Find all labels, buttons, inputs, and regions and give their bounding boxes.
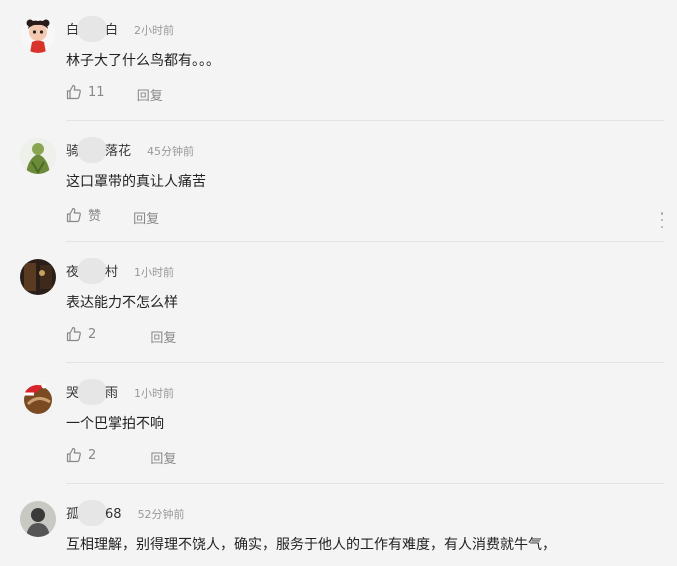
comment-item: 孤 68 52分钟前 互相理解，别得理不饶人，确实，服务于他人的工作有难度，有人消费… [0, 484, 677, 566]
thumbs-up-icon [66, 207, 81, 222]
reply-button[interactable]: 回复 [137, 85, 163, 104]
reply-button[interactable]: 回复 [150, 448, 176, 467]
avatar-image [20, 138, 56, 174]
comment-item: 夜村 1小时前 表达能力不怎么样 2 回复 [0, 242, 677, 363]
like-button[interactable]: 11 [66, 84, 105, 100]
comment-actions: 2 回复 [66, 326, 176, 346]
comment-actions: 11 回复 [66, 84, 163, 104]
comment-text: 这口罩带的真让人痛苦 [66, 174, 206, 190]
comment-text: 表达能力不怎么样 [66, 295, 178, 311]
avatar[interactable] [20, 259, 56, 295]
avatar-image [20, 17, 56, 53]
comment-item: 白白 2小时前 林子大了什么鸟都有。。。 11 回复 [0, 0, 677, 121]
avatar[interactable] [20, 17, 56, 53]
timestamp: 1小时前 [134, 387, 175, 400]
name-mask [77, 137, 108, 163]
like-count: 2 [88, 447, 97, 463]
comment-list: 白白 2小时前 林子大了什么鸟都有。。。 11 回复 骑落花 45分钟前 这口罩带的… [0, 0, 677, 566]
more-vertical-icon[interactable] [659, 212, 665, 228]
timestamp: 45分钟前 [147, 145, 195, 158]
thumbs-up-icon [66, 326, 81, 342]
reply-button[interactable]: 回复 [150, 327, 176, 346]
comment-item: 骑落花 45分钟前 这口罩带的真让人痛苦 赞 回复 [0, 121, 677, 242]
like-count: 2 [88, 326, 97, 342]
comment-text: 林子大了什么鸟都有。。。 [66, 53, 220, 69]
avatar-image [20, 380, 56, 416]
like-button[interactable]: 2 [66, 447, 96, 463]
username[interactable]: 白白 2小时前 [66, 16, 174, 42]
avatar[interactable] [20, 501, 56, 537]
name-mask [77, 500, 108, 526]
name-mask [77, 379, 108, 405]
like-count: 赞 [88, 209, 102, 224]
comment-actions: 2 回复 [66, 447, 176, 467]
comment-text: 互相理解，别得理不饶人，确实，服务于他人的工作有难度，有人消费就牛气， [66, 537, 556, 553]
reply-button[interactable]: 回复 [133, 208, 159, 227]
username[interactable]: 夜村 1小时前 [66, 258, 174, 284]
timestamp: 52分钟前 [137, 508, 185, 521]
comment-item: 哭雨 1小时前 一个巴掌拍不响 2 回复 [0, 363, 677, 484]
like-button[interactable]: 赞 [66, 205, 101, 224]
comment-text: 一个巴掌拍不响 [66, 416, 164, 432]
thumbs-up-icon [66, 447, 81, 463]
like-button[interactable]: 2 [66, 326, 96, 342]
username[interactable]: 骑落花 45分钟前 [66, 137, 194, 163]
name-mask [77, 258, 108, 284]
avatar[interactable] [20, 380, 56, 416]
like-count: 11 [88, 84, 105, 100]
avatar[interactable] [20, 138, 56, 174]
name-mask [77, 16, 108, 42]
timestamp: 2小时前 [134, 24, 175, 37]
username[interactable]: 孤 68 52分钟前 [66, 500, 185, 526]
thumbs-up-icon [66, 84, 81, 100]
comment-actions: 赞 回复 [66, 205, 159, 227]
avatar-image [20, 259, 56, 295]
avatar-image [20, 501, 56, 537]
timestamp: 1小时前 [134, 266, 175, 279]
username[interactable]: 哭雨 1小时前 [66, 379, 174, 405]
